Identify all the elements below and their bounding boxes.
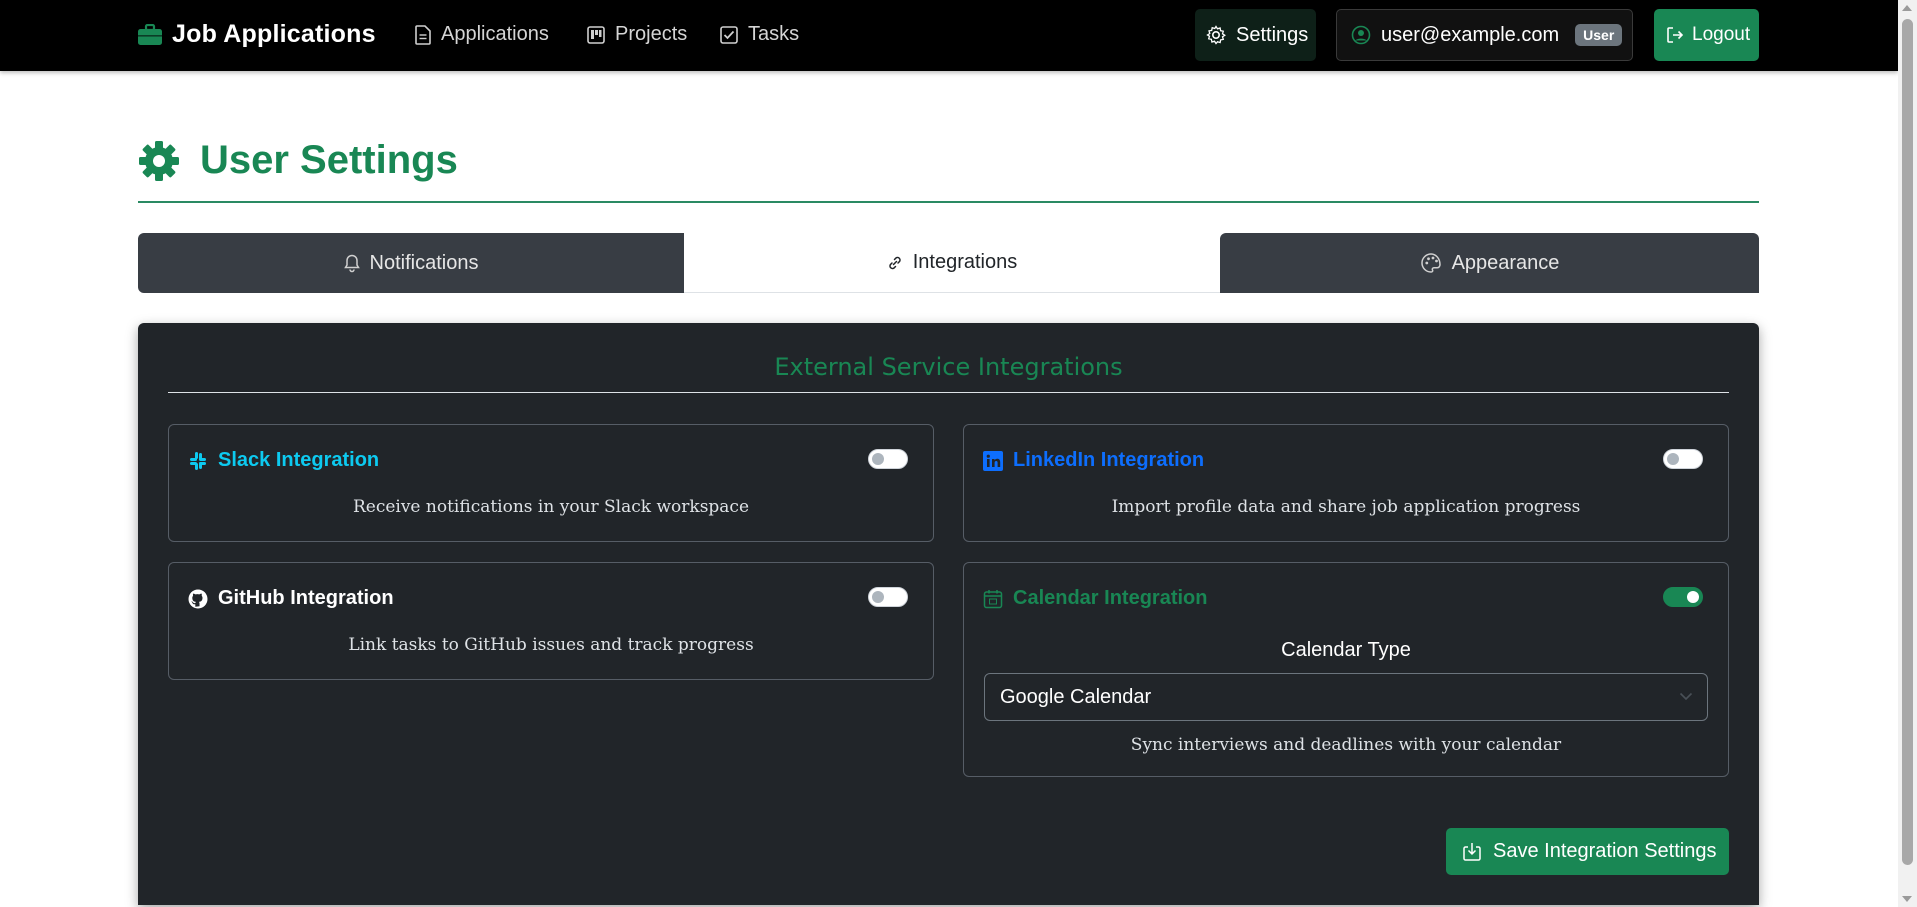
calendar-type-label: Calendar Type	[1281, 639, 1411, 661]
kanban-icon	[587, 25, 605, 44]
user-email: user@example.com	[1381, 23, 1560, 46]
integrations-panel: External Service Integrations Slack Inte…	[138, 323, 1759, 905]
nav-applications[interactable]: Applications	[415, 23, 549, 46]
nav-tasks[interactable]: Tasks	[720, 23, 799, 46]
panel-divider	[168, 392, 1729, 393]
github-title-text: GitHub Integration	[218, 587, 394, 609]
tab-integrations-label: Integrations	[912, 251, 1018, 273]
calendar-title-text: Calendar Integration	[1013, 587, 1208, 609]
bell-icon	[343, 254, 360, 273]
briefcase-icon	[138, 23, 162, 45]
slack-toggle[interactable]	[868, 449, 908, 469]
slack-icon	[190, 451, 206, 470]
tab-integrations[interactable]: Integrations	[684, 233, 1220, 293]
slack-card: Slack Integration Receive notifications …	[168, 424, 934, 542]
settings-button[interactable]: Settings	[1195, 9, 1316, 61]
page-title-text: User Settings	[200, 138, 458, 182]
slack-description: Receive notifications in your Slack work…	[352, 497, 750, 517]
linkedin-card: LinkedIn Integration Import profile data…	[963, 424, 1729, 542]
user-menu[interactable]: user@example.com User	[1336, 9, 1633, 61]
linkedin-title-text: LinkedIn Integration	[1013, 449, 1205, 471]
calendar-type-select[interactable]: Google Calendar	[984, 673, 1708, 721]
tab-appearance[interactable]: Appearance	[1220, 233, 1759, 293]
brand[interactable]: Job Applications	[138, 20, 376, 49]
tab-notifications-label: Notifications	[369, 251, 479, 274]
github-icon	[188, 589, 208, 608]
scroll-up-arrow-icon[interactable]	[1902, 5, 1912, 11]
calendar-title: Calendar Integration	[983, 587, 1207, 610]
scroll-down-arrow-icon[interactable]	[1902, 896, 1912, 902]
github-title: GitHub Integration	[188, 587, 394, 610]
gear-icon	[1206, 25, 1226, 45]
palette-icon	[1420, 253, 1441, 273]
github-toggle[interactable]	[868, 587, 908, 607]
calendar-description: Sync interviews and deadlines with your …	[1130, 735, 1562, 755]
tab-notifications[interactable]: Notifications	[138, 233, 684, 293]
file-text-icon	[415, 24, 431, 45]
page-scrollbar[interactable]	[1898, 0, 1917, 907]
logout-button[interactable]: Logout	[1654, 9, 1759, 61]
tab-appearance-label: Appearance	[1451, 251, 1560, 274]
linkedin-icon	[983, 450, 1003, 471]
linkedin-description: Import profile data and share job applic…	[1111, 497, 1581, 517]
nav-applications-label: Applications	[441, 23, 549, 45]
navbar: Job Applications Applications Projects T…	[0, 0, 1898, 71]
page-title: User Settings	[138, 138, 458, 183]
brand-label: Job Applications	[172, 20, 376, 48]
chevron-down-icon	[1679, 692, 1693, 701]
download-icon	[1463, 842, 1481, 861]
calendar-type-value: Google Calendar	[1000, 685, 1152, 708]
panel-heading: External Service Integrations	[774, 353, 1123, 381]
github-card: GitHub Integration Link tasks to GitHub …	[168, 562, 934, 680]
github-description: Link tasks to GitHub issues and track pr…	[348, 635, 754, 655]
role-badge: User	[1575, 24, 1623, 46]
linkedin-toggle[interactable]	[1663, 449, 1703, 469]
calendar-icon	[983, 589, 1003, 608]
scroll-thumb[interactable]	[1902, 19, 1913, 865]
nav-projects[interactable]: Projects	[587, 23, 687, 46]
title-divider	[138, 201, 1759, 203]
slack-title-text: Slack Integration	[218, 449, 380, 471]
gear-icon	[139, 140, 179, 181]
link-icon	[889, 256, 901, 269]
check-square-icon	[720, 25, 738, 44]
slack-title: Slack Integration	[188, 449, 379, 472]
save-integration-settings-button[interactable]: Save Integration Settings	[1446, 828, 1729, 875]
linkedin-title: LinkedIn Integration	[983, 449, 1204, 472]
nav-projects-label: Projects	[615, 23, 688, 45]
logout-label: Logout	[1692, 24, 1751, 45]
save-label: Save Integration Settings	[1493, 840, 1717, 862]
logout-icon	[1667, 27, 1684, 43]
settings-label: Settings	[1236, 23, 1309, 46]
user-circle-icon	[1351, 25, 1371, 45]
calendar-card: Calendar Integration Calendar Type Googl…	[963, 562, 1729, 777]
calendar-toggle[interactable]	[1663, 587, 1703, 607]
nav-tasks-label: Tasks	[748, 23, 800, 45]
